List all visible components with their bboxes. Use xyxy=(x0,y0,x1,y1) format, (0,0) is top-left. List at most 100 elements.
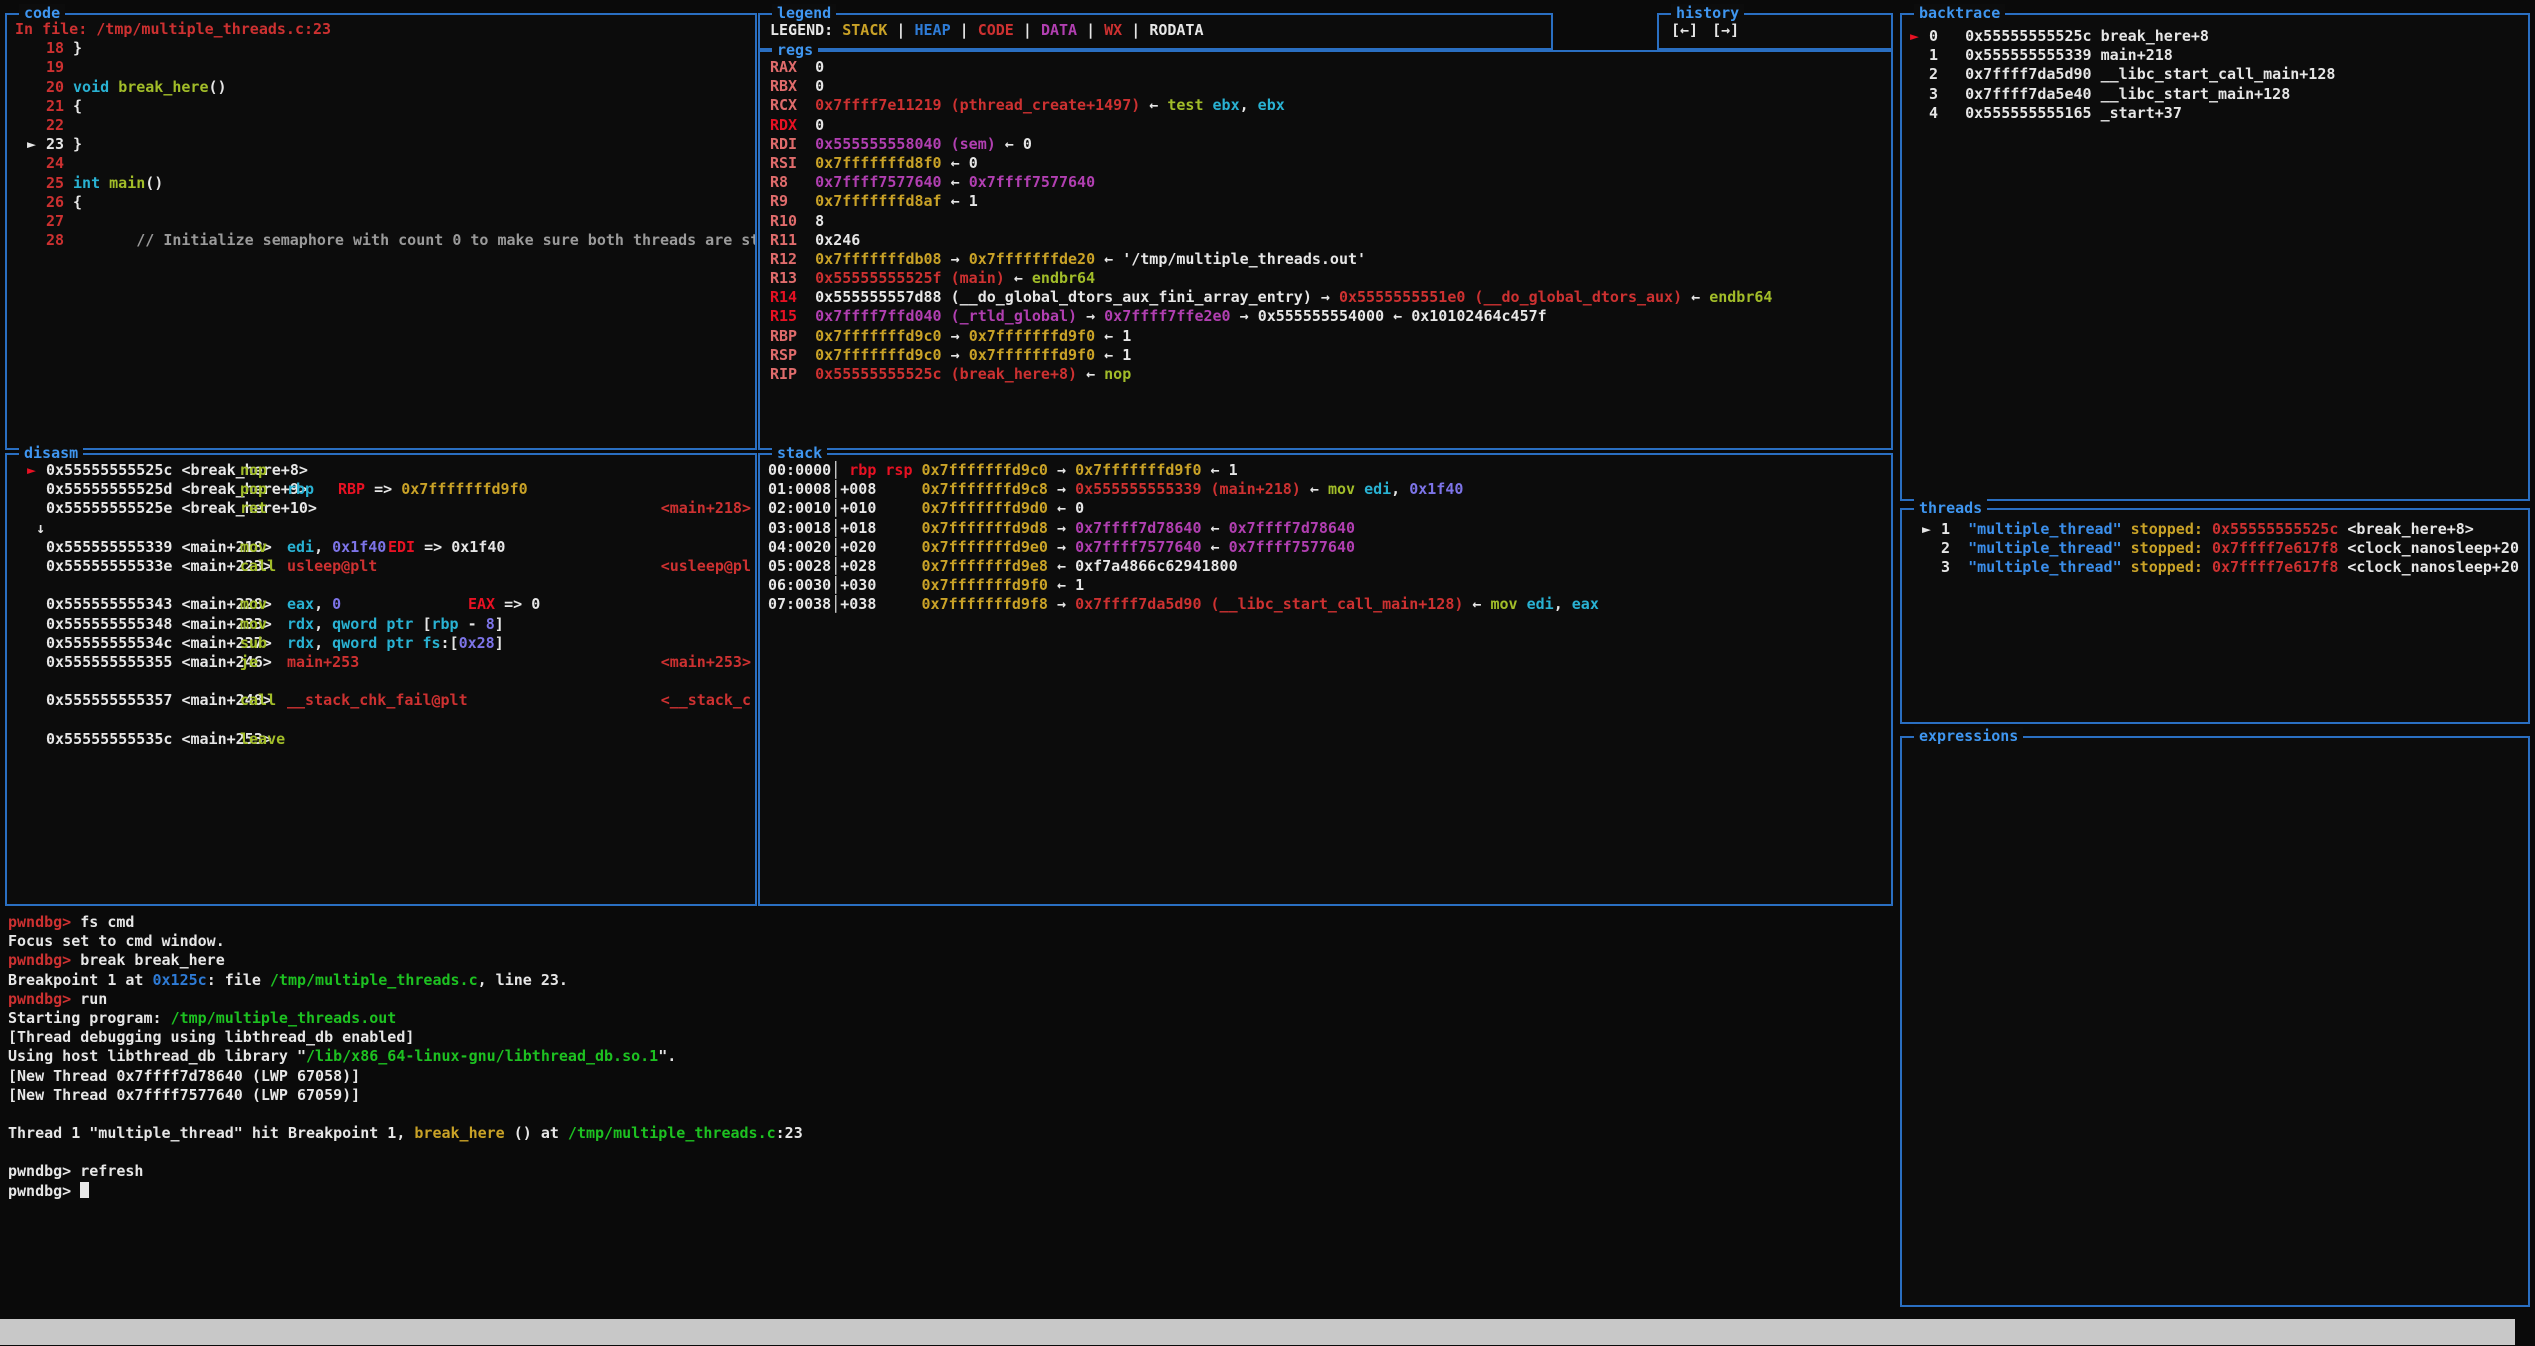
instruction-address: 0x555555555339 <main+218> xyxy=(46,538,272,556)
branch-target: <__stack_c xyxy=(661,691,751,710)
register-name: R12 xyxy=(770,250,815,268)
terminal-line: [New Thread 0x7ffff7577640 (LWP 67059)] xyxy=(5,1086,1885,1105)
panel-regs: regs RAX 0RBX 0RCX 0x7ffff7e11219 (pthre… xyxy=(758,50,1893,450)
disasm-row: ►0x55555555525c <break_here+8>nop xyxy=(7,461,755,480)
expressions-view xyxy=(1902,738,2528,1305)
marker-space xyxy=(27,691,46,710)
line-number: 27 xyxy=(46,212,64,231)
terminal-prompt[interactable]: pwndbg> xyxy=(5,1182,1885,1201)
line-marker xyxy=(27,193,46,212)
panel-threads: threads ► 1 "multiple_thread" stopped: 0… xyxy=(1900,508,2530,724)
disasm-row xyxy=(7,672,755,691)
line-number: 28 xyxy=(46,231,64,250)
mnemonic: mov xyxy=(240,615,267,634)
register-row: R10 8 xyxy=(770,212,1891,231)
instruction-address: 0x55555555533e <main+223> xyxy=(46,557,272,575)
line-marker xyxy=(27,116,46,135)
terminal-line: Breakpoint 1 at 0x125c: file /tmp/multip… xyxy=(5,971,1885,990)
pwndbg-screen: code In file: /tmp/multiple_threads.c:23… xyxy=(0,0,2535,1346)
marker-space xyxy=(27,730,46,749)
history-forward-button[interactable]: [→] xyxy=(1712,21,1739,39)
register-name: RSP xyxy=(770,346,815,364)
register-name: RDX xyxy=(770,116,815,134)
thread-row: 2 "multiple_thread" stopped: 0x7ffff7e61… xyxy=(1922,539,2528,558)
line-marker xyxy=(27,154,46,173)
code-line: 24 xyxy=(7,154,755,173)
mnemonic: mov xyxy=(240,538,267,557)
register-annotation: RBP => 0x7fffffffd9f0 xyxy=(338,480,528,499)
stack-row: 00:0000│ rbp rsp 0x7fffffffd9c0 → 0x7fff… xyxy=(768,461,1891,480)
threads-view: ► 1 "multiple_thread" stopped: 0x5555555… xyxy=(1902,510,2528,722)
disasm-row: ↓ xyxy=(7,519,755,538)
stack-row: 05:0028│+028 0x7fffffffd9e8 ← 0xf7a4866c… xyxy=(768,557,1891,576)
marker-space xyxy=(1910,65,1929,84)
marker-space xyxy=(27,634,46,653)
backtrace-frame: 2 0x7ffff7da5d90 __libc_start_call_main+… xyxy=(1910,65,2528,84)
mnemonic: mov xyxy=(240,595,267,614)
mnemonic: pop xyxy=(240,480,267,499)
operands: __stack_chk_fail@plt xyxy=(287,691,468,710)
instruction-address: 0x555555555343 <main+228> xyxy=(46,595,272,613)
stack-row: 06:0030│+030 0x7fffffffd9f0 ← 1 xyxy=(768,576,1891,595)
thread-row: 3 "multiple_thread" stopped: 0x7ffff7e61… xyxy=(1922,558,2528,577)
stack-row: 07:0038│+038 0x7fffffffd9f8 → 0x7ffff7da… xyxy=(768,595,1891,614)
code-line: 20 void break_here() xyxy=(7,78,755,97)
terminal-line: [Thread debugging using libthread_db ena… xyxy=(5,1028,1885,1047)
mnemonic: ret xyxy=(240,499,267,518)
operands: rbp xyxy=(287,480,314,499)
mnemonic: je xyxy=(240,653,258,672)
register-name: RIP xyxy=(770,365,815,383)
disasm-row: 0x55555555535c <main+253>leave xyxy=(7,730,755,749)
register-annotation: EDI => 0x1f40 xyxy=(388,538,505,557)
history-back-button[interactable]: [←] xyxy=(1671,21,1698,39)
panel-history: history [←][→] xyxy=(1657,13,1893,50)
marker-space xyxy=(27,557,46,576)
register-name: RBP xyxy=(770,327,815,345)
line-number: 18 xyxy=(46,39,64,58)
line-marker xyxy=(27,97,46,116)
code-line: 25 int main() xyxy=(7,174,755,193)
instruction-address: 0x555555555357 <main+248> xyxy=(46,691,272,709)
instruction-address: 0x55555555525e <break_here+10> xyxy=(46,499,317,517)
disasm-row: 0x55555555533e <main+223>callusleep@plt<… xyxy=(7,557,755,576)
instruction-address: 0x55555555525c <break_here+8> xyxy=(46,461,308,479)
terminal-cursor[interactable] xyxy=(80,1182,89,1198)
terminal-line: pwndbg> break break_here xyxy=(5,951,1885,970)
disasm-row: 0x55555555534c <main+237>subrdx, qword p… xyxy=(7,634,755,653)
terminal-line: [New Thread 0x7ffff7d78640 (LWP 67058)] xyxy=(5,1067,1885,1086)
panel-code: code In file: /tmp/multiple_threads.c:23… xyxy=(5,13,757,450)
operands: eax, 0 xyxy=(287,595,341,614)
thread-row: ► 1 "multiple_thread" stopped: 0x5555555… xyxy=(1922,520,2528,539)
register-name: RAX xyxy=(770,58,815,76)
instruction-address: 0x55555555535c <main+253> xyxy=(46,730,272,748)
code-line: ►23 } xyxy=(7,135,755,154)
register-row: R11 0x246 xyxy=(770,231,1891,250)
line-marker xyxy=(27,231,46,250)
panel-backtrace: backtrace ►0 0x55555555525c break_here+8… xyxy=(1900,13,2530,501)
mnemonic: call xyxy=(240,557,276,576)
code-line: 27 xyxy=(7,212,755,231)
register-name: RBX xyxy=(770,77,815,95)
terminal-line: pwndbg> refresh xyxy=(5,1162,1885,1181)
instruction-address: 0x555555555348 <main+233> xyxy=(46,615,272,633)
instruction-address: 0x555555555355 <main+246> xyxy=(46,653,272,671)
mnemonic: call xyxy=(240,691,276,710)
register-row: R15 0x7ffff7ffd040 (_rtld_global) → 0x7f… xyxy=(770,307,1891,326)
current-line-marker: ► xyxy=(27,135,46,154)
terminal-line xyxy=(5,1143,1885,1162)
register-row: RCX 0x7ffff7e11219 (pthread_create+1497)… xyxy=(770,96,1891,115)
branch-target: <main+218> xyxy=(661,499,751,518)
disasm-row: 0x555555555339 <main+218>movedi, 0x1f40E… xyxy=(7,538,755,557)
disasm-row: 0x55555555525d <break_here+9>poprbpRBP =… xyxy=(7,480,755,499)
registers-view: RAX 0RBX 0RCX 0x7ffff7e11219 (pthread_cr… xyxy=(760,52,1891,448)
line-number: 19 xyxy=(46,58,64,77)
line-marker xyxy=(27,174,46,193)
terminal-line: Starting program: /tmp/multiple_threads.… xyxy=(5,1009,1885,1028)
stack-row: 03:0018│+018 0x7fffffffd9d8 → 0x7ffff7d7… xyxy=(768,519,1891,538)
line-number: 22 xyxy=(46,116,64,135)
marker-space xyxy=(1922,558,1941,577)
status-bar: multi-thre Thread 0x7ffff7d797 In: break… xyxy=(0,1319,2515,1345)
backtrace-view: ►0 0x55555555525c break_here+8 1 0x55555… xyxy=(1902,15,2528,499)
branch-target: <main+253> xyxy=(661,653,751,672)
code-line: 28 // Initialize semaphore with count 0 … xyxy=(7,231,755,250)
